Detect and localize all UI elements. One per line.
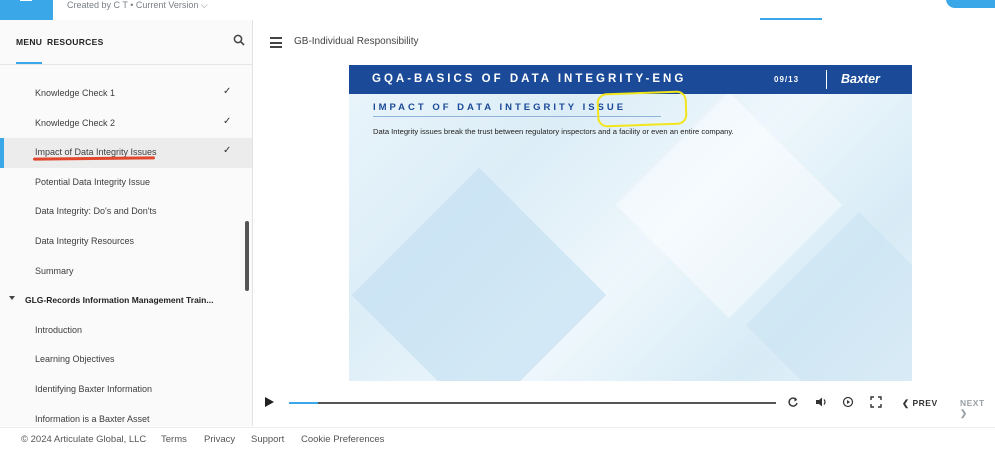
- slide-body-text: Data Integrity issues break the trust be…: [373, 127, 734, 136]
- sidebar: MENU RESOURCES Knowledge Check 1 ✓ Knowl…: [0, 20, 253, 426]
- fullscreen-icon[interactable]: [870, 396, 882, 408]
- hamburger-icon[interactable]: [270, 37, 282, 51]
- yellow-highlight-annotation: [596, 90, 688, 128]
- menu-item-label: Potential Data Integrity Issue: [35, 176, 151, 187]
- menu-item-label: Information is a Baxter Asset: [35, 413, 150, 424]
- menu-item-label: Identifying Baxter Information: [35, 383, 153, 394]
- slide-header: GQA-BASICS OF DATA INTEGRITY-ENG 09/13 B…: [349, 65, 912, 94]
- menu-toggle-button[interactable]: [0, 0, 53, 20]
- menu-list: Knowledge Check 1 ✓ Knowledge Check 2 ✓ …: [0, 79, 252, 426]
- top-bar: Created by C T • Current Version ⌵: [0, 0, 995, 20]
- tab-resources[interactable]: RESOURCES: [47, 37, 104, 47]
- brand-logo: Baxter: [841, 72, 880, 86]
- menu-item-knowledge-check-1[interactable]: Knowledge Check 1 ✓: [0, 79, 252, 109]
- top-right-button[interactable]: [946, 0, 995, 8]
- copyright-text: © 2024 Articulate Global, LLC: [21, 434, 147, 445]
- active-item-indicator: [0, 138, 4, 168]
- footer-link-privacy[interactable]: Privacy: [204, 434, 235, 445]
- menu-item-label: Data Integrity Resources: [35, 235, 135, 246]
- play-icon[interactable]: [265, 397, 274, 407]
- menu-item-label: Knowledge Check 1: [35, 88, 116, 98]
- course-meta: Created by C T • Current Version ⌵: [67, 0, 208, 10]
- menu-item-label: Summary: [35, 265, 74, 276]
- prev-button[interactable]: ❮ PREV: [902, 398, 938, 409]
- prev-label: PREV: [912, 398, 938, 408]
- search-icon[interactable]: [233, 34, 245, 46]
- menu-item-potential-data-integrity-issue[interactable]: Potential Data Integrity Issue: [0, 168, 252, 198]
- menu-item-identifying-baxter-information[interactable]: Identifying Baxter Information: [0, 375, 252, 405]
- menu-item-impact-of-data-integrity-issues[interactable]: Impact of Data Integrity Issues ✓: [0, 138, 252, 168]
- menu-item-data-integrity-resources[interactable]: Data Integrity Resources: [0, 227, 252, 257]
- menu-section-records-management[interactable]: GLG-Records Information Management Train…: [0, 286, 252, 316]
- seek-bar[interactable]: [289, 402, 776, 404]
- check-icon: ✓: [223, 86, 232, 97]
- menu-item-introduction[interactable]: Introduction: [0, 316, 252, 346]
- next-label: NEXT: [960, 398, 985, 408]
- seek-bar-progress: [289, 402, 319, 404]
- active-tab-indicator: [16, 62, 42, 64]
- volume-icon[interactable]: [815, 396, 828, 408]
- replay-icon[interactable]: [787, 396, 799, 408]
- menu-section-label: GLG-Records Information Management Train…: [25, 295, 214, 306]
- tab-menu[interactable]: MENU: [16, 37, 42, 47]
- chevron-right-icon: ❯: [960, 408, 968, 418]
- slide-page-number: 09/13: [774, 75, 800, 84]
- menu-item-summary[interactable]: Summary: [0, 257, 252, 287]
- menu-item-information-is-a-baxter-asset[interactable]: Information is a Baxter Asset: [0, 405, 252, 426]
- main-header: GB-Individual Responsibility: [253, 20, 995, 64]
- menu-item-label: Data Integrity: Do's and Don'ts: [35, 206, 157, 217]
- check-icon: ✓: [223, 115, 232, 127]
- header-divider: [826, 70, 827, 89]
- menu-item-learning-objectives[interactable]: Learning Objectives: [0, 345, 252, 375]
- playback-speed-icon[interactable]: [842, 396, 854, 408]
- footer-link-support[interactable]: Support: [251, 434, 284, 445]
- slide-title: GQA-BASICS OF DATA INTEGRITY-ENG: [372, 73, 687, 85]
- course-title: GB-Individual Responsibility: [294, 36, 419, 47]
- menu-item-label: Knowledge Check 2: [35, 117, 116, 128]
- footer-link-terms[interactable]: Terms: [161, 434, 187, 445]
- footer: © 2024 Articulate Global, LLC Terms Priv…: [0, 427, 995, 458]
- menu-item-label: Introduction: [35, 324, 83, 335]
- menu-item-label: Learning Objectives: [35, 354, 115, 365]
- next-button[interactable]: NEXT ❯: [960, 398, 995, 419]
- menu-item-dos-and-donts[interactable]: Data Integrity: Do's and Don'ts: [0, 197, 252, 227]
- chevron-left-icon: ❮: [902, 398, 910, 408]
- footer-link-cookie-preferences[interactable]: Cookie Preferences: [301, 434, 384, 445]
- sidebar-header: MENU RESOURCES: [0, 20, 252, 65]
- check-icon: ✓: [223, 145, 232, 157]
- slide-subtitle: IMPACT OF DATA INTEGRITY ISSUE: [373, 102, 627, 113]
- menu-item-knowledge-check-2[interactable]: Knowledge Check 2 ✓: [0, 109, 252, 139]
- slide-background-shape: [351, 167, 607, 381]
- sidebar-scrollbar[interactable]: [245, 221, 249, 291]
- chevron-down-icon[interactable]: [9, 296, 15, 301]
